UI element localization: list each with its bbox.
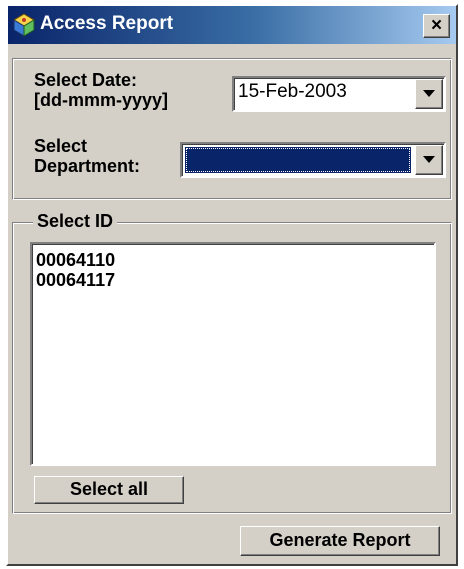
generate-report-button[interactable]: Generate Report xyxy=(240,526,440,556)
close-icon: × xyxy=(430,15,443,36)
select-date-label: Select Date: [dd-mmm-yyyy] xyxy=(34,70,169,110)
date-value: 15-Feb-2003 xyxy=(238,81,347,102)
select-id-legend: Select ID xyxy=(33,211,118,232)
department-dropdown[interactable] xyxy=(180,142,446,178)
close-button[interactable]: × xyxy=(423,14,450,38)
window-title: Access Report xyxy=(40,13,174,34)
chevron-down-icon xyxy=(423,156,435,163)
date-dropdown-button[interactable] xyxy=(415,79,443,109)
department-dropdown-button[interactable] xyxy=(415,145,443,175)
select-department-label: Select Department: xyxy=(34,136,141,176)
list-item[interactable]: 00064110 xyxy=(36,250,115,270)
date-dropdown[interactable]: 15-Feb-2003 xyxy=(232,76,446,112)
id-listbox[interactable]: 00064110 00064117 xyxy=(30,242,436,466)
department-selected-value xyxy=(185,147,411,173)
access-report-app-icon xyxy=(12,13,36,37)
list-item[interactable]: 00064117 xyxy=(36,270,115,290)
access-report-window: Access Report × Select Date: [dd-mmm-yyy… xyxy=(6,4,458,566)
chevron-down-icon xyxy=(423,90,435,97)
title-bar[interactable]: Access Report × xyxy=(8,6,456,44)
select-all-button[interactable]: Select all xyxy=(34,476,184,504)
